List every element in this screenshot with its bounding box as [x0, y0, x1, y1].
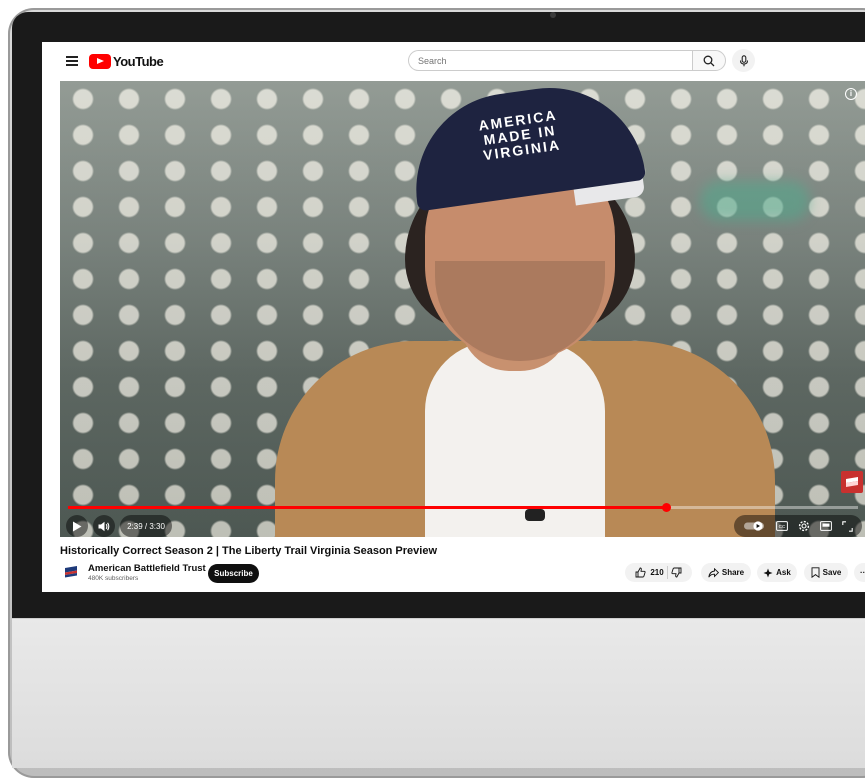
subscriber-count: 480K subscribers: [88, 575, 139, 582]
save-button[interactable]: Save: [804, 563, 848, 582]
presenter: AMERICA MADE IN VIRGINIA: [275, 81, 785, 537]
share-button[interactable]: Share: [701, 563, 751, 582]
logo-text: YouTube: [113, 53, 164, 69]
progress-bar[interactable]: [68, 503, 858, 512]
hamburger-menu-icon[interactable]: [66, 56, 78, 66]
like-divider: [666, 566, 668, 579]
settings-gear-icon[interactable]: [798, 520, 810, 532]
like-count: 210: [650, 568, 664, 577]
screen: YouTube AMERICA MADE IN VIRGINIA i: [42, 42, 865, 592]
progress-fill: [68, 506, 667, 509]
time-display: 2:39 / 3:30: [120, 515, 172, 537]
more-actions-button[interactable]: ···: [854, 563, 865, 582]
play-icon: [73, 521, 82, 531]
miniplayer-icon[interactable]: [819, 521, 832, 531]
channel-watermark-icon[interactable]: [841, 471, 863, 493]
search-box[interactable]: [408, 50, 692, 71]
autoplay-toggle-icon[interactable]: [743, 521, 766, 531]
share-label: Share: [721, 568, 745, 577]
ask-label: Ask: [776, 568, 791, 577]
save-label: Save: [822, 568, 842, 577]
time-text: 2:39 / 3:30: [127, 521, 165, 531]
play-button[interactable]: [66, 515, 88, 537]
monitor-chin: [12, 618, 865, 768]
svg-text:CC: CC: [778, 524, 785, 529]
share-icon: [708, 567, 719, 577]
volume-button[interactable]: [93, 515, 115, 537]
lapel-mic: [525, 509, 545, 521]
top-bar: YouTube: [42, 42, 865, 80]
info-icon[interactable]: i: [845, 88, 857, 100]
fullscreen-icon[interactable]: [841, 520, 853, 532]
thumbs-down-icon[interactable]: [671, 567, 682, 578]
ask-button[interactable]: Ask: [757, 563, 797, 582]
like-button[interactable]: 210: [635, 567, 664, 578]
youtube-play-logo-icon: [89, 53, 111, 69]
right-controls: CC: [734, 515, 862, 537]
search-button[interactable]: [692, 50, 726, 71]
more-dots-icon: ···: [860, 568, 865, 577]
search-input[interactable]: [409, 51, 692, 71]
video-title: Historically Correct Season 2 | The Libe…: [60, 545, 438, 557]
volume-icon: [98, 521, 110, 531]
thumbs-up-icon: [635, 567, 646, 578]
scrubber-handle[interactable]: [662, 503, 672, 512]
like-dislike-group: 210: [625, 563, 692, 582]
youtube-logo[interactable]: YouTube: [89, 53, 164, 69]
search-icon: [703, 55, 715, 66]
channel-name-text: American Battlefield Trust: [88, 563, 206, 574]
subscribe-button[interactable]: Subscribe: [208, 564, 259, 583]
video-player[interactable]: AMERICA MADE IN VIRGINIA i 2:39 / 3:30 C…: [60, 81, 865, 537]
bookmark-icon: [811, 567, 820, 578]
microphone-icon: [739, 54, 748, 66]
voice-search-button[interactable]: [732, 49, 755, 72]
webcam-dot: [550, 12, 556, 18]
channel-name[interactable]: American Battlefield Trust: [88, 563, 218, 574]
captions-icon[interactable]: CC: [775, 521, 788, 531]
sparkle-icon: [763, 568, 773, 577]
channel-avatar[interactable]: [64, 565, 78, 579]
